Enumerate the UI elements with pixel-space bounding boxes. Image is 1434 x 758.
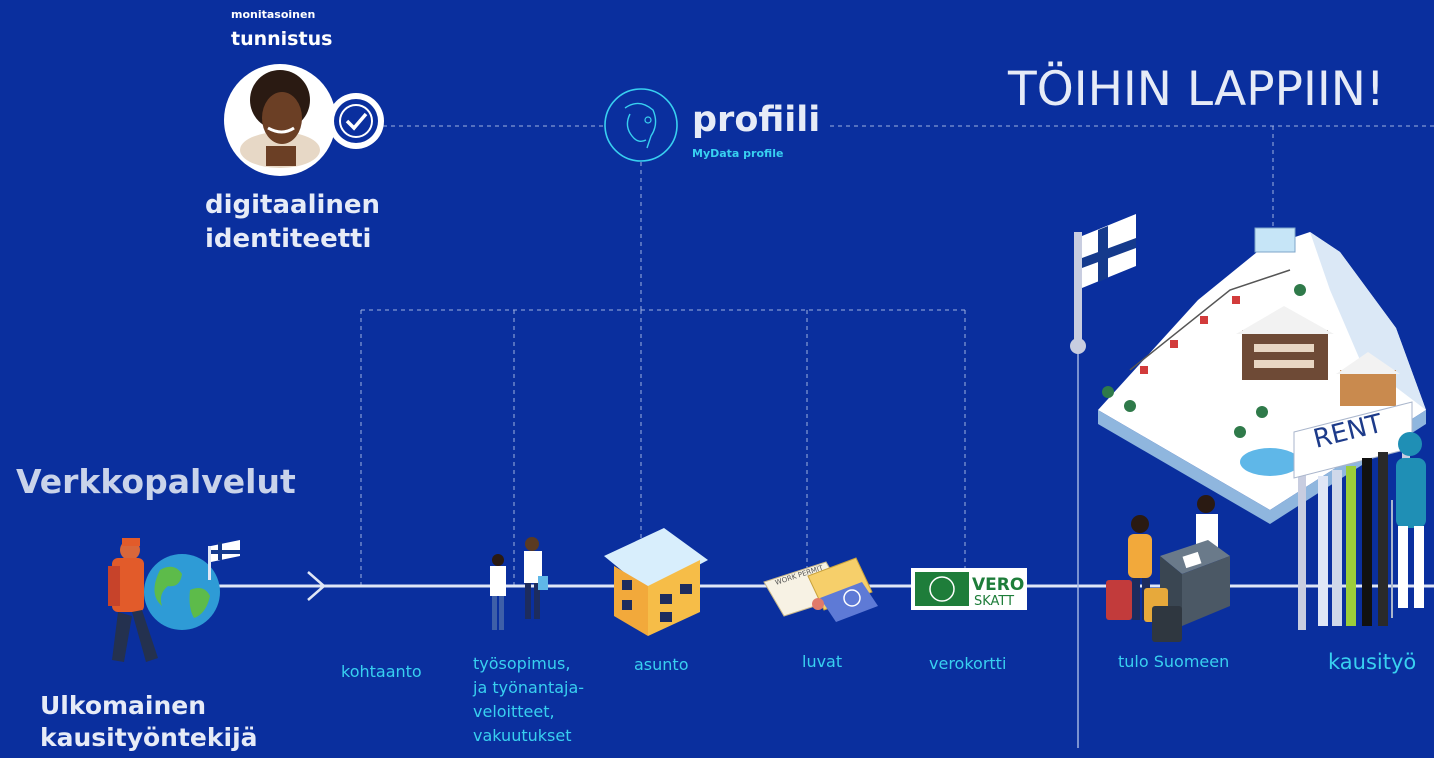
ski-resort-illustration bbox=[1098, 227, 1426, 524]
identity-title-line2: identiteetti bbox=[205, 224, 372, 254]
handshake-figures bbox=[490, 537, 548, 630]
profile-title: profiili bbox=[692, 100, 821, 140]
vero-skatt-logo: VERO SKATT bbox=[911, 568, 1027, 610]
vero-text: VERO bbox=[972, 575, 1024, 595]
verified-check-icon bbox=[328, 93, 384, 149]
identity-title-line1: digitaalinen bbox=[205, 190, 381, 220]
step-label-tyosopimus: työsopimus, ja työnantaja- veloitteet, v… bbox=[473, 652, 584, 748]
ski-instructor-figure bbox=[1391, 432, 1426, 618]
step-label-kohtaanto: kohtaanto bbox=[341, 662, 422, 681]
online-services-title: Verkkopalvelut bbox=[16, 462, 296, 501]
skatt-text: SKATT bbox=[974, 594, 1014, 609]
step-label-tulo-suomeen: tulo Suomeen bbox=[1118, 652, 1230, 671]
identity-small-label: monitasoinen bbox=[231, 8, 316, 21]
permit-documents-icon: WORK PERMIT bbox=[763, 557, 878, 622]
step-label-kausityo: kausityö bbox=[1328, 650, 1417, 674]
page-headline: TÖIHIN LAPPIIN! bbox=[1008, 62, 1385, 117]
avatar bbox=[224, 64, 336, 176]
step-label-verokortti: verokortti bbox=[929, 654, 1007, 673]
finnish-flag-icon bbox=[1070, 214, 1136, 354]
step-label-tyosopimus-line1: työsopimus, bbox=[473, 654, 571, 673]
step-label-luvat: luvat bbox=[802, 652, 843, 671]
identity-bold-label: tunnistus bbox=[231, 28, 333, 50]
worker-title-line2: kausityöntekijä bbox=[40, 723, 258, 752]
profile-face-icon bbox=[604, 88, 678, 162]
step-label-tyosopimus-line2: ja työnantaja- bbox=[473, 678, 585, 697]
identity-title: digitaalinen identiteetti bbox=[205, 188, 380, 256]
step-label-tyosopimus-line4: vakuutukset bbox=[473, 726, 572, 745]
step-label-asunto: asunto bbox=[634, 655, 689, 674]
profile-subtitle: MyData profile bbox=[692, 147, 784, 160]
arrival-counter-figures bbox=[1106, 495, 1230, 642]
step-label-tyosopimus-line3: veloitteet, bbox=[473, 702, 555, 721]
worker-title-line1: Ulkomainen bbox=[40, 691, 207, 720]
house-icon bbox=[604, 528, 708, 636]
worker-title: Ulkomainen kausityöntekijä bbox=[40, 690, 258, 754]
